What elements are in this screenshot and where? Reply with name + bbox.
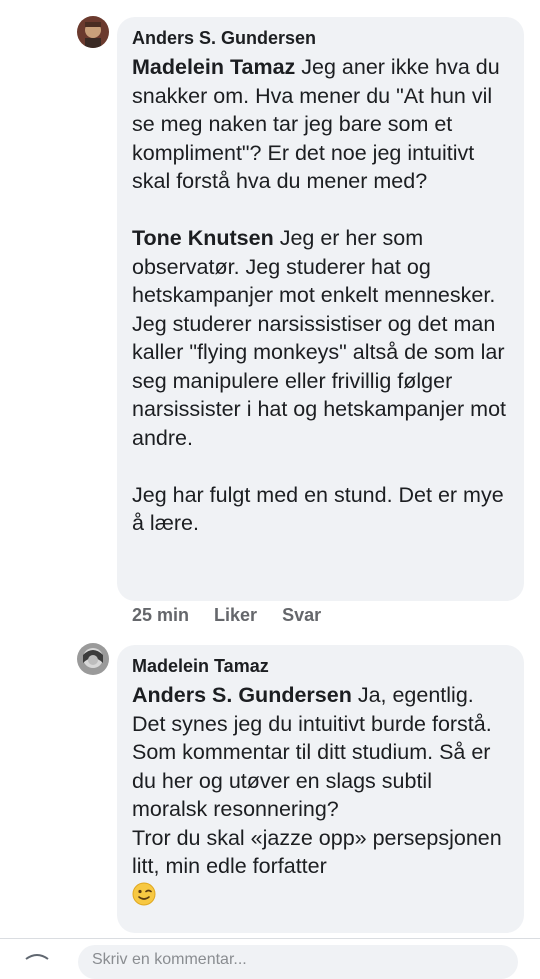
avatar[interactable] [77,16,109,48]
comment-composer: Skriv en kommentar... [0,938,540,979]
mention-link[interactable]: Tone Knutsen [132,226,274,250]
comment-bubble: Madelein Tamaz Anders S. Gundersen Ja, e… [117,645,524,933]
comment-text: Som kommentar til ditt studium. Så er du… [132,740,491,821]
reply-button[interactable]: Svar [282,605,321,626]
comment-author[interactable]: Anders S. Gundersen [132,27,509,49]
comment-text: Det synes jeg du intuitivt burde forstå. [132,711,492,736]
comment-text: Ja, egentlig. [351,683,474,707]
camera-icon[interactable] [22,951,52,971]
comment-text: Jeg er her som observatør. Jeg studerer … [132,226,507,450]
mention-link[interactable]: Madelein Tamaz [132,55,295,79]
comment-input[interactable]: Skriv en kommentar... [78,945,518,979]
comment-paragraph: Anders S. Gundersen Ja, egentlig. Det syn… [132,681,509,909]
comment-paragraph: Madelein Tamaz Jeg aner ikke hva du snak… [132,53,509,196]
comment-author[interactable]: Madelein Tamaz [132,655,509,677]
like-button[interactable]: Liker [214,605,257,626]
comment-actions: 25 min Liker Svar [132,605,321,626]
comment-bubble: Anders S. Gundersen Madelein Tamaz Jeg a… [117,17,524,601]
avatar-photo-icon [77,643,109,675]
comment-text: Jeg har fulgt med en stund. Det er mye å… [132,482,504,536]
avatar-photo-icon [77,16,109,48]
comment-timestamp[interactable]: 25 min [132,605,189,626]
wink-smiley-icon [132,882,156,906]
mention-link[interactable]: Anders S. Gundersen [132,683,352,707]
comment-paragraph: Jeg har fulgt med en stund. Det er mye å… [132,481,509,538]
comment-text: Tror du skal «jazze opp» persepsjonen li… [132,825,502,879]
comment-paragraph: Tone Knutsen Jeg er her som observatør. … [132,224,509,452]
avatar[interactable] [77,643,109,675]
